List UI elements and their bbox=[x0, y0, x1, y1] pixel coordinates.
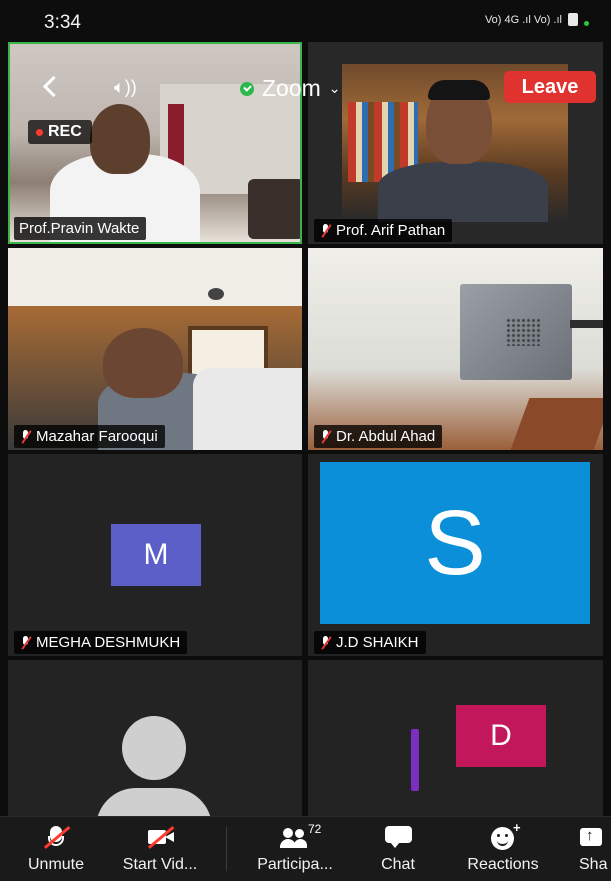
participant-name-tag: Mazahar Farooqui bbox=[14, 425, 165, 448]
status-time: 3:34 bbox=[44, 12, 81, 33]
reactions-label: Reactions bbox=[467, 856, 539, 873]
unmute-button[interactable]: Unmute bbox=[8, 817, 104, 881]
status-icons: Vo) 4G .ıl Vo) .ıl bbox=[485, 13, 589, 26]
chair-back bbox=[193, 368, 302, 450]
furniture bbox=[510, 398, 603, 450]
avatar: S bbox=[320, 462, 590, 624]
participants-label: Participa... bbox=[257, 856, 333, 873]
recording-label: REC bbox=[48, 123, 82, 140]
participant-name-tag: J.D SHAIKH bbox=[314, 631, 426, 654]
chat-button[interactable]: Chat bbox=[364, 817, 432, 881]
reactions-button[interactable]: + Reactions bbox=[448, 817, 558, 881]
video-tile-5[interactable]: M MEGHA DESHMUKH bbox=[8, 454, 302, 656]
participant-head bbox=[103, 328, 183, 398]
sofa bbox=[248, 179, 300, 239]
speaker-grille bbox=[506, 318, 540, 346]
mic-muted-icon bbox=[20, 429, 32, 444]
video-tile-8[interactable]: D bbox=[308, 660, 603, 816]
chevron-down-icon: ⌄ bbox=[328, 80, 341, 96]
mic-muted-icon bbox=[20, 635, 32, 650]
share-label: Sha bbox=[579, 856, 608, 873]
privacy-dot-icon bbox=[584, 21, 589, 26]
start-video-label: Start Vid... bbox=[122, 856, 198, 873]
person-silhouette-body bbox=[96, 788, 212, 816]
participant-name: Dr. Abdul Ahad bbox=[336, 428, 436, 445]
avatar-letter: M bbox=[143, 538, 169, 571]
toolbar-divider bbox=[226, 827, 227, 871]
video-tile-3[interactable]: Mazahar Farooqui bbox=[8, 248, 302, 450]
mic-muted-icon bbox=[320, 635, 332, 650]
participant-name: Mazahar Farooqui bbox=[36, 428, 158, 445]
ceiling bbox=[8, 248, 302, 306]
status-bar: 3:34 Vo) 4G .ıl Vo) .ıl bbox=[0, 0, 611, 40]
meeting-toolbar: Unmute Start Vid... 72 Participa... Chat… bbox=[0, 816, 611, 881]
participants-icon: 72 bbox=[278, 822, 321, 850]
avatar: D bbox=[456, 705, 546, 767]
record-dot-icon bbox=[36, 128, 43, 136]
participant-name-tag: MEGHA DESHMUKH bbox=[14, 631, 188, 654]
shield-icon bbox=[240, 81, 254, 96]
leave-button[interactable]: Leave bbox=[504, 71, 596, 103]
participant-name-tag: Prof. Arif Pathan bbox=[314, 219, 453, 242]
network-indicator: Vo) 4G .ıl Vo) .ıl bbox=[484, 13, 562, 26]
unmute-label: Unmute bbox=[27, 856, 85, 873]
mic-muted-icon bbox=[39, 824, 73, 850]
participant-body bbox=[378, 162, 548, 222]
audio-output-button[interactable]: 🔈︎)) bbox=[114, 77, 154, 97]
share-button[interactable]: Sha bbox=[574, 817, 611, 881]
participant-name: Prof. Arif Pathan bbox=[336, 222, 446, 239]
video-off-icon bbox=[143, 824, 177, 850]
battery-icon bbox=[568, 13, 578, 26]
video-grid: Prof.Pravin Wakte Prof. Arif Pathan Maza… bbox=[0, 40, 611, 816]
chat-icon bbox=[381, 824, 415, 850]
video-tile-7[interactable] bbox=[8, 660, 302, 816]
participant-name: Prof.Pravin Wakte bbox=[19, 220, 140, 237]
mic-muted-icon bbox=[320, 223, 332, 238]
meeting-title: Zoom bbox=[262, 75, 321, 101]
participant-name-tag: Dr. Abdul Ahad bbox=[314, 425, 443, 448]
participants-button[interactable]: 72 Participa... bbox=[238, 817, 352, 881]
participant-hair bbox=[428, 80, 490, 100]
avatar-letter: S bbox=[424, 491, 486, 594]
share-icon bbox=[574, 824, 608, 850]
recording-badge[interactable]: REC bbox=[28, 120, 92, 144]
participant-name-tag: Prof.Pravin Wakte bbox=[14, 217, 147, 240]
start-video-button[interactable]: Start Vid... bbox=[108, 817, 212, 881]
chat-label: Chat bbox=[381, 856, 415, 873]
participant-name: J.D SHAIKH bbox=[336, 634, 419, 651]
meeting-info-button[interactable]: Zoom ⌄ bbox=[240, 75, 341, 102]
speaking-indicator bbox=[411, 729, 419, 791]
participant-name: MEGHA DESHMUKH bbox=[36, 634, 181, 651]
speaker-mount bbox=[570, 320, 603, 328]
person-silhouette-icon bbox=[122, 716, 186, 780]
avatar-letter: D bbox=[490, 719, 512, 752]
ceiling-camera bbox=[208, 288, 224, 300]
video-tile-6[interactable]: S J.D SHAIKH bbox=[308, 454, 603, 656]
speaker-icon: 🔈︎)) bbox=[114, 77, 137, 97]
mic-muted-icon bbox=[320, 429, 332, 444]
avatar: M bbox=[111, 524, 201, 586]
participant-head bbox=[90, 104, 150, 174]
reactions-icon: + bbox=[486, 820, 521, 850]
back-button[interactable] bbox=[40, 75, 64, 99]
video-tile-4[interactable]: Dr. Abdul Ahad bbox=[308, 248, 603, 450]
participants-count: 72 bbox=[308, 822, 322, 836]
